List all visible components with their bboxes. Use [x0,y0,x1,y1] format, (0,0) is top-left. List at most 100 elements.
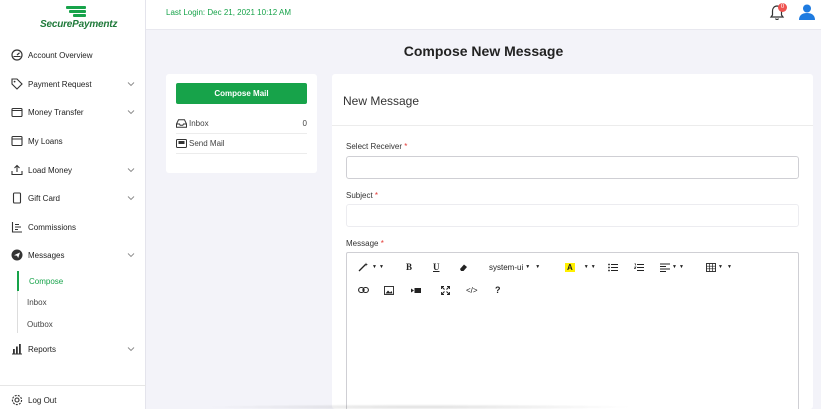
sidebar-item-load-money[interactable]: Load Money [0,159,146,181]
link-icon[interactable] [358,284,369,296]
fullscreen-icon[interactable] [441,284,450,296]
sidebar-subitem-compose[interactable]: Compose [17,271,146,291]
table-insert-button[interactable]: ▼ ▼ [706,261,732,273]
font-family-select[interactable]: system-ui ▼ ▼ [489,261,540,273]
sidebar-item-my-loans[interactable]: My Loans [0,130,146,152]
chevron-down-icon [127,82,135,87]
list-icon [10,221,23,234]
page-title: Compose New Message [403,43,564,59]
eraser-icon[interactable] [459,261,468,273]
logout-label: Log Out [28,395,57,405]
code-view-icon[interactable]: </> [466,284,478,296]
subject-label-text: Subject [346,191,373,200]
chevron-down-icon [127,253,135,258]
sidebar-subitem-outbox[interactable]: Outbox [17,314,146,334]
sidebar-subitem-label: Inbox [27,297,47,307]
gear-icon [10,394,23,407]
message-editor[interactable]: ▼ ▼ B U system-ui ▼ ▼ A ▼ ▼ ▼ ▼ ▼ ▼ </> … [346,252,799,409]
sidebar-item-label: My Loans [28,136,63,146]
text-color-icon: A [565,262,575,272]
caret-down-icon: ▼ [672,264,677,270]
caret-down-icon: ▼ [372,264,377,270]
brand-name: SecurePaymentz [40,19,118,30]
compose-mail-button[interactable]: Compose Mail [176,83,307,104]
caret-down-icon: ▼ [726,264,732,270]
inbox-count: 0 [302,119,307,128]
editor-content-area[interactable] [347,305,798,409]
font-color-button[interactable]: A ▼ ▼ [565,261,596,273]
caret-down-icon: ▼ [718,264,723,270]
help-icon[interactable]: ? [495,284,501,296]
sidebar-item-label: Messages [28,250,65,260]
send-mail-label: Send Mail [189,139,225,148]
caret-down-icon: ▼ [535,264,541,270]
logo-mark-icon [66,6,86,17]
magic-style-button[interactable]: ▼ ▼ [358,261,384,273]
chevron-down-icon [127,196,135,201]
receiver-select[interactable] [346,156,799,179]
sidebar-item-label: Reports [28,344,57,354]
sidebar-item-money-transfer[interactable]: Money Transfer [0,101,146,123]
video-icon[interactable] [411,284,421,296]
underline-icon[interactable]: U [433,261,440,273]
ordered-list-icon[interactable] [634,261,644,273]
upload-icon [10,164,23,177]
sidebar-item-label: Commissions [28,222,77,232]
sidebar-item-payment-request[interactable]: Payment Request [0,73,146,95]
required-mark: * [404,142,408,151]
bold-icon[interactable]: B [406,261,412,273]
font-family-value: system-ui [489,262,524,272]
sidebar-divider [0,385,146,386]
sidebar-item-messages[interactable]: Messages [0,244,146,266]
send-mail-link[interactable]: Send Mail [176,134,307,154]
notification-badge: 0 [778,3,787,12]
caret-down-icon: ▼ [678,264,684,270]
send-mail-icon [176,139,187,148]
inbox-label: Inbox [189,119,209,128]
required-mark: * [374,191,379,200]
sidebar-item-reports[interactable]: Reports [0,338,146,360]
compose-heading: New Message [343,94,420,108]
caret-down-icon: ▼ [583,264,589,270]
compose-card: New Message Select Receiver * Subject * … [332,74,813,409]
receiver-label-text: Select Receiver [346,142,403,151]
chevron-down-icon [127,168,135,173]
sidebar-item-label: Load Money [28,165,73,175]
sidebar-item-label: Money Transfer [28,107,84,117]
caret-down-icon: ▼ [378,264,384,270]
sidebar-item-account-overview[interactable]: Account Overview [0,44,146,66]
brand-logo[interactable]: SecurePaymentz [40,6,117,32]
sidebar-subitem-inbox[interactable]: Inbox [17,292,146,312]
sidebar-item-label: Payment Request [28,79,92,89]
subject-label: Subject * [346,191,378,200]
chevron-down-icon [127,110,135,115]
send-icon [10,249,23,262]
paragraph-align-button[interactable]: ▼ ▼ [660,261,684,273]
unordered-list-icon[interactable] [608,261,618,273]
sidebar-item-gift-card[interactable]: Gift Card [0,187,146,209]
message-label-text: Message [346,239,379,248]
subject-input[interactable] [346,204,799,227]
sidebar-item-label: Account Overview [28,50,93,60]
wallet-icon [10,106,23,119]
compose-divider [332,125,813,126]
image-icon[interactable] [384,284,394,296]
sidebar: SecurePaymentz Account Overview Payment … [0,0,146,409]
required-mark: * [380,239,384,248]
sidebar-item-commissions[interactable]: Commissions [0,216,146,238]
sidebar-subitem-label: Outbox [27,319,53,329]
bottom-shadow [205,404,635,409]
topbar: Last Login: Dec 21, 2021 10:12 AM 0 [146,0,821,30]
tag-icon [10,78,23,91]
sidebar-item-label: Gift Card [28,193,61,203]
magic-wand-icon [358,262,368,272]
user-avatar-icon[interactable] [798,3,816,21]
chevron-down-icon [127,347,135,352]
receiver-label: Select Receiver * [346,142,407,151]
inbox-link[interactable]: Inbox 0 [176,114,307,134]
logout-button[interactable]: Log Out [0,389,146,409]
last-login-text: Last Login: Dec 21, 2021 10:12 AM [166,8,291,17]
inbox-icon [176,119,187,128]
dashboard-icon [10,49,23,62]
message-label: Message * [346,239,384,248]
